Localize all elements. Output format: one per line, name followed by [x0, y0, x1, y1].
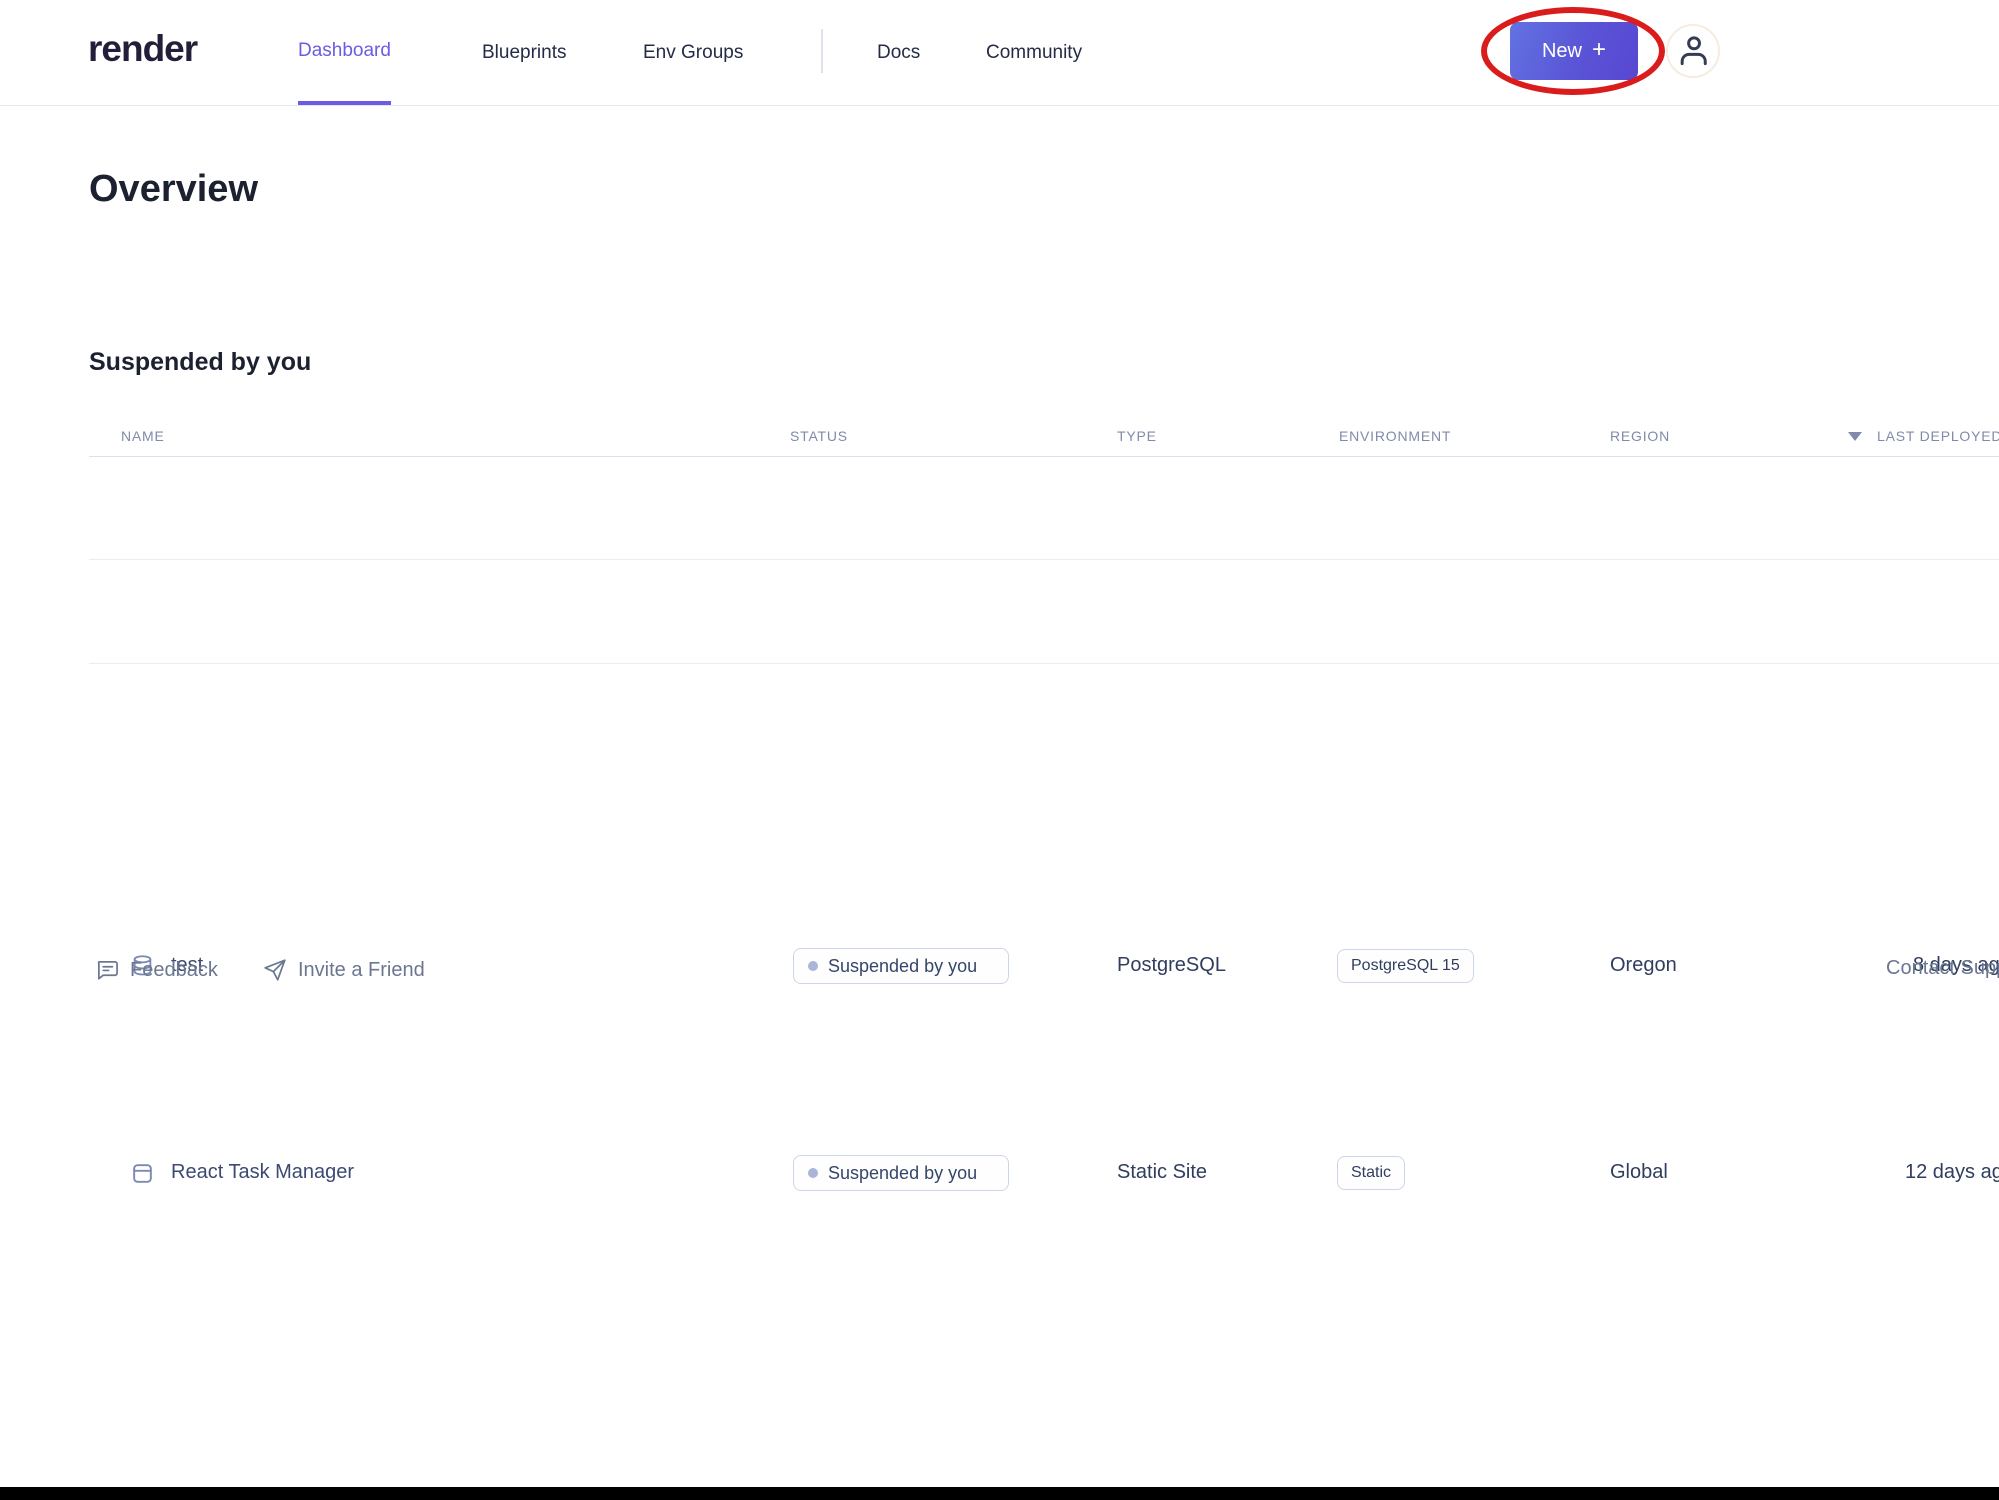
environment-badge-label: PostgreSQL 15 [1351, 957, 1460, 975]
status-badge-label: Suspended by you [828, 956, 977, 977]
column-header-status[interactable]: STATUS [790, 428, 848, 444]
service-region: Global [1610, 1161, 1668, 1184]
last-deploy-time: 12 days ago [1905, 1161, 1999, 1184]
column-header-type[interactable]: TYPE [1117, 428, 1157, 444]
environment-badge-label: Static [1351, 1164, 1391, 1182]
section-title: Suspended by you [89, 348, 311, 377]
status-badge: Suspended by you [793, 948, 1009, 984]
status-dot-icon [808, 1168, 818, 1178]
invite-label: Invite a Friend [298, 959, 425, 982]
bottom-black-bar [0, 1487, 1999, 1500]
invite-a-friend-link[interactable]: Invite a Friend [262, 957, 425, 983]
sort-descending-icon[interactable] [1848, 432, 1862, 441]
render-logo[interactable]: render [88, 28, 197, 70]
environment-badge: PostgreSQL 15 [1337, 949, 1474, 983]
service-region: Oregon [1610, 954, 1677, 977]
paper-plane-icon [262, 957, 288, 983]
nav-item-blueprints[interactable]: Blueprints [482, 0, 567, 105]
plus-icon: + [1592, 36, 1606, 64]
static-site-icon [129, 1160, 156, 1187]
service-name-link[interactable]: React Task Manager [171, 1161, 354, 1184]
feedback-bubble-icon [94, 957, 120, 983]
status-dot-icon [808, 961, 818, 971]
feedback-label: Feedback [130, 959, 218, 982]
environment-badge: Static [1337, 1156, 1405, 1190]
status-badge: Suspended by you [793, 1155, 1009, 1191]
service-type: Static Site [1117, 1161, 1207, 1184]
row-divider [89, 663, 1999, 664]
service-type: PostgreSQL [1117, 954, 1226, 977]
top-navigation-bar: render Dashboard Blueprints Env Groups D… [0, 0, 1999, 106]
table-row-react-task-manager[interactable]: React Task Manager Suspended by you Stat… [0, 560, 1999, 664]
column-header-name[interactable]: NAME [121, 428, 165, 444]
contact-support-label: Contact Support [1886, 957, 1999, 980]
new-button[interactable]: New + [1510, 22, 1638, 80]
account-menu-button[interactable] [1666, 24, 1720, 78]
new-button-label: New [1542, 40, 1582, 63]
column-header-last-deploy[interactable]: LAST DEPLOYED [1877, 428, 1999, 444]
nav-item-community[interactable]: Community [986, 0, 1082, 105]
feedback-link[interactable]: Feedback [94, 957, 218, 983]
nav-item-env-groups[interactable]: Env Groups [643, 0, 743, 105]
status-badge-label: Suspended by you [828, 1163, 977, 1184]
render-dashboard-screen: render Dashboard Blueprints Env Groups D… [0, 0, 1999, 1500]
column-header-region[interactable]: REGION [1610, 428, 1670, 444]
contact-support-link[interactable]: Contact Support [1886, 957, 1999, 980]
nav-item-dashboard[interactable]: Dashboard [298, 0, 391, 105]
page-title: Overview [89, 168, 258, 211]
nav-item-docs[interactable]: Docs [877, 0, 920, 105]
table-row-test[interactable]: test Suspended by you PostgreSQL Postgre… [0, 457, 1999, 560]
table-header-row: NAME STATUS TYPE ENVIRONMENT REGION LAST… [89, 420, 1999, 457]
column-header-environment[interactable]: ENVIRONMENT [1339, 428, 1451, 444]
nav-divider [821, 29, 823, 73]
person-icon [1672, 30, 1714, 72]
